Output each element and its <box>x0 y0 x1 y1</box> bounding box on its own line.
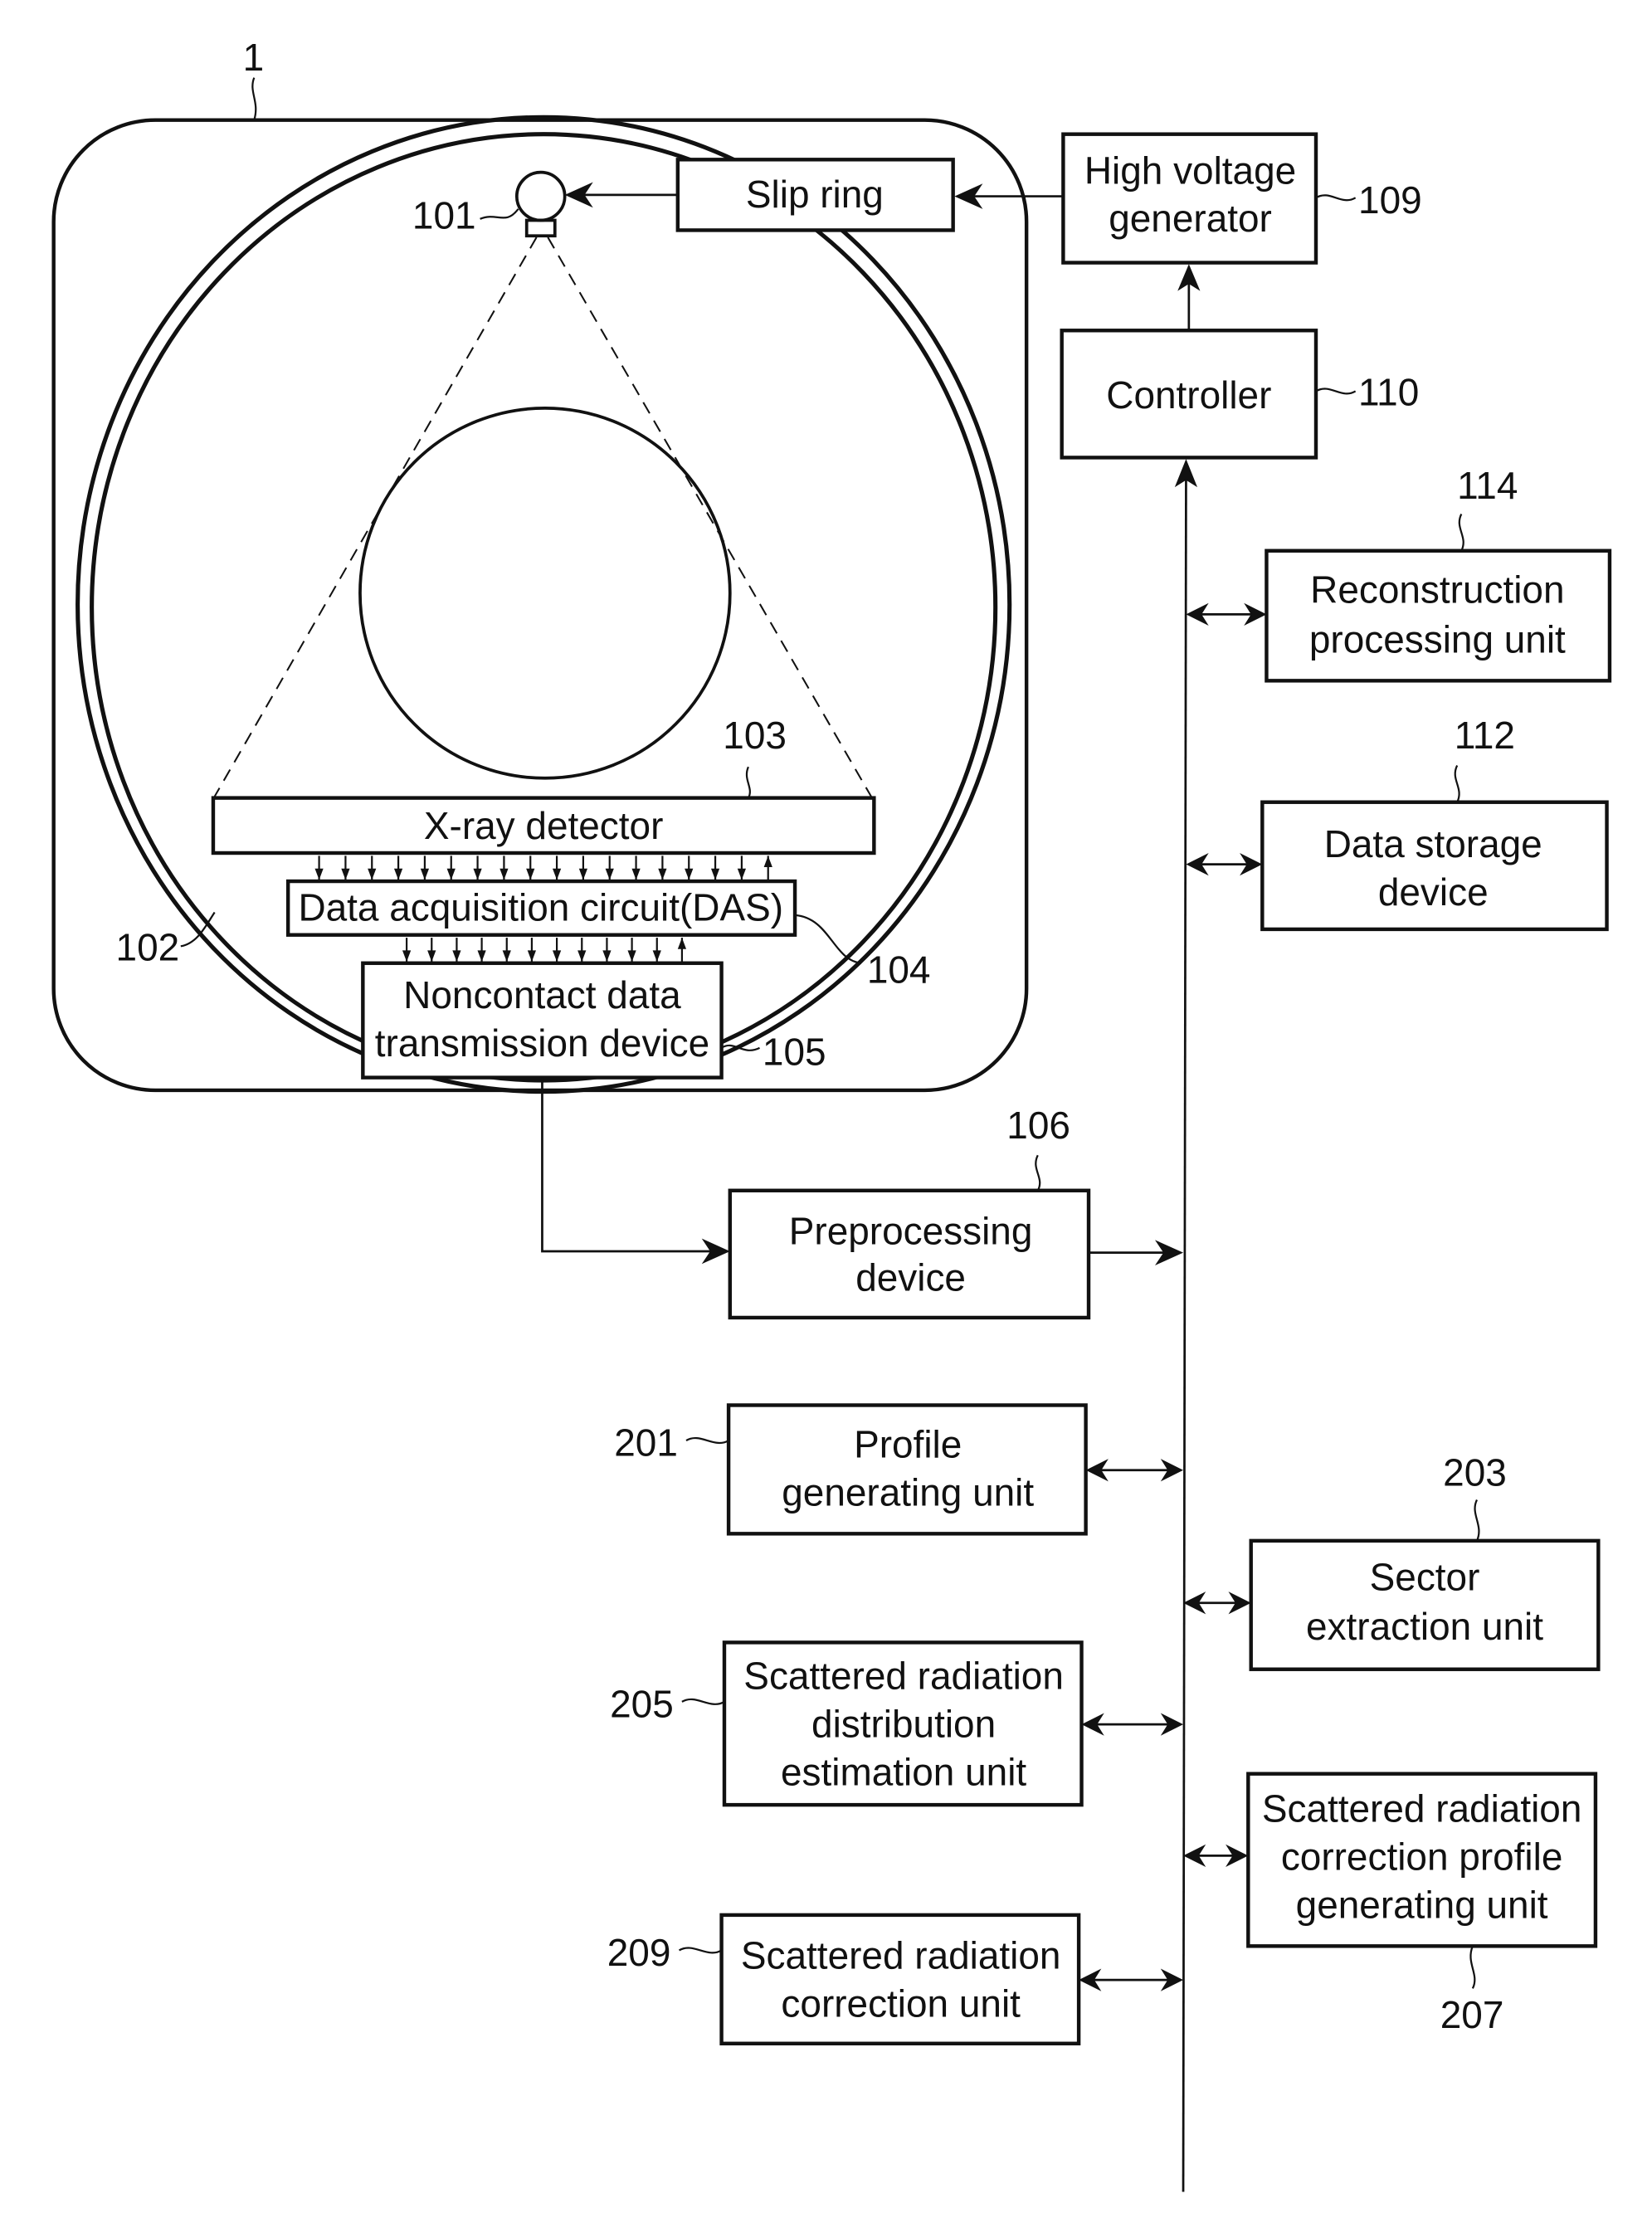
noncontact-ref: 105 <box>763 1030 826 1073</box>
scatter-correction-profile-leader-line <box>1469 1945 1476 1989</box>
scatter-distribution-bus-link <box>1081 1713 1184 1736</box>
scatter-correction-profile-block: Scattered radiation correction profile g… <box>1246 1772 1598 2036</box>
profile-generating-leader-line <box>685 1436 729 1445</box>
data-storage-ref: 112 <box>1455 714 1515 757</box>
scatter-distribution-block: Scattered radiation distribution estimat… <box>610 1640 1084 1807</box>
hv-generator-label-line1: High voltage <box>1084 149 1296 192</box>
scatter-correction-profile-label-line2: correction profile <box>1281 1835 1563 1878</box>
scatter-distribution-leader-line <box>681 1698 725 1705</box>
scatter-correction-bus-link <box>1079 1968 1184 1991</box>
slip-ring-block: Slip ring <box>675 158 955 232</box>
sector-extraction-label-line1: Sector <box>1370 1555 1480 1598</box>
xray-tube-ref: 101 <box>412 194 476 237</box>
slip-ring-label: Slip ring <box>746 173 884 216</box>
data-storage-leader-line <box>1454 764 1460 803</box>
scatter-correction-profile-ref: 207 <box>1440 1993 1504 2036</box>
sector-extraction-ref: 203 <box>1443 1450 1507 1494</box>
ring-ref: 102 <box>116 925 180 968</box>
noncontact-label-line2: transmission device <box>375 1021 709 1065</box>
sector-extraction-leader-line <box>1474 1499 1480 1542</box>
sector-extraction-bus-link <box>1183 1592 1251 1615</box>
scatter-distribution-ref: 205 <box>610 1683 674 1726</box>
controller-label: Controller <box>1106 373 1271 417</box>
scatter-correction-profile-bus-link <box>1183 1844 1249 1868</box>
scatter-distribution-label-line2: distribution <box>811 1702 996 1745</box>
controller-ref: 110 <box>1358 370 1419 413</box>
hv-generator-label-line2: generator <box>1109 197 1272 240</box>
gantry-ref: 1 <box>243 36 265 79</box>
scatter-correction-label-line1: Scattered radiation <box>741 1934 1061 1977</box>
sector-extraction-label-line2: extraction unit <box>1306 1605 1543 1648</box>
preprocessing-label-line1: Preprocessing <box>789 1209 1033 1252</box>
system-bus <box>1182 474 1187 2192</box>
hv-generator-ref: 109 <box>1358 178 1422 222</box>
preprocessing-leader-line <box>1035 1154 1041 1192</box>
controller-block: Controller 110 <box>1060 329 1419 460</box>
reconstruction-leader-line <box>1458 514 1464 552</box>
preprocessing-label-line2: device <box>855 1256 966 1299</box>
sector-extraction-block: Sector extraction unit 203 <box>1249 1450 1601 1671</box>
scatter-correction-block: Scattered radiation correction unit 209 <box>607 1913 1081 2045</box>
transmission-to-preprocessing-connector <box>541 1077 714 1253</box>
profile-generating-label-line1: Profile <box>854 1422 962 1465</box>
scatter-correction-ref: 209 <box>607 1931 671 1974</box>
scatter-distribution-label-line3: estimation unit <box>781 1750 1026 1793</box>
xray-detector-ref: 103 <box>723 714 787 757</box>
controller-leader-line <box>1315 388 1357 395</box>
preprocessing-block: Preprocessing device 106 <box>728 1104 1091 1320</box>
bus-bidirectional-connectors <box>1079 602 1267 1991</box>
profile-generating-block: Profile generating unit 201 <box>614 1403 1088 1536</box>
das-label: Data acquisition circuit(DAS) <box>298 886 783 929</box>
xray-detector-label: X-ray detector <box>424 804 663 847</box>
scatter-distribution-label-line1: Scattered radiation <box>743 1655 1064 1698</box>
noncontact-label-line1: Noncontact data <box>403 973 681 1016</box>
reconstruction-block: Reconstruction processing unit 114 <box>1265 464 1612 683</box>
profile-generating-bus-link <box>1085 1459 1184 1482</box>
scatter-correction-leader-line <box>678 1947 723 1954</box>
gantry: 1 102 101 Slip ring X-ray detector 103 D… <box>51 36 1029 1094</box>
gantry-leader-line <box>251 77 257 120</box>
reconstruction-label-line1: Reconstruction <box>1310 568 1564 612</box>
reconstruction-bus-link <box>1186 602 1267 626</box>
reconstruction-ref: 114 <box>1457 464 1518 507</box>
data-storage-bus-link <box>1186 852 1263 876</box>
scatter-correction-label-line2: correction unit <box>781 1981 1021 2025</box>
preprocessing-ref: 106 <box>1006 1104 1070 1147</box>
data-storage-label-line1: Data storage <box>1324 822 1542 865</box>
hv-generator-leader-line <box>1315 194 1357 202</box>
scatter-correction-profile-label-line3: generating unit <box>1296 1883 1548 1926</box>
profile-generating-ref: 201 <box>614 1421 678 1465</box>
ct-system-block-diagram: 1 102 101 Slip ring X-ray detector 103 D… <box>51 36 1612 2192</box>
data-storage-block: Data storage device 112 <box>1260 714 1609 932</box>
scatter-correction-profile-label-line1: Scattered radiation <box>1262 1787 1582 1830</box>
profile-generating-label-line2: generating unit <box>782 1470 1034 1514</box>
data-storage-label-line2: device <box>1378 870 1489 914</box>
das-ref: 104 <box>867 948 931 992</box>
reconstruction-label-line2: processing unit <box>1309 617 1566 660</box>
hv-generator-block: High voltage generator 109 <box>1061 132 1422 265</box>
